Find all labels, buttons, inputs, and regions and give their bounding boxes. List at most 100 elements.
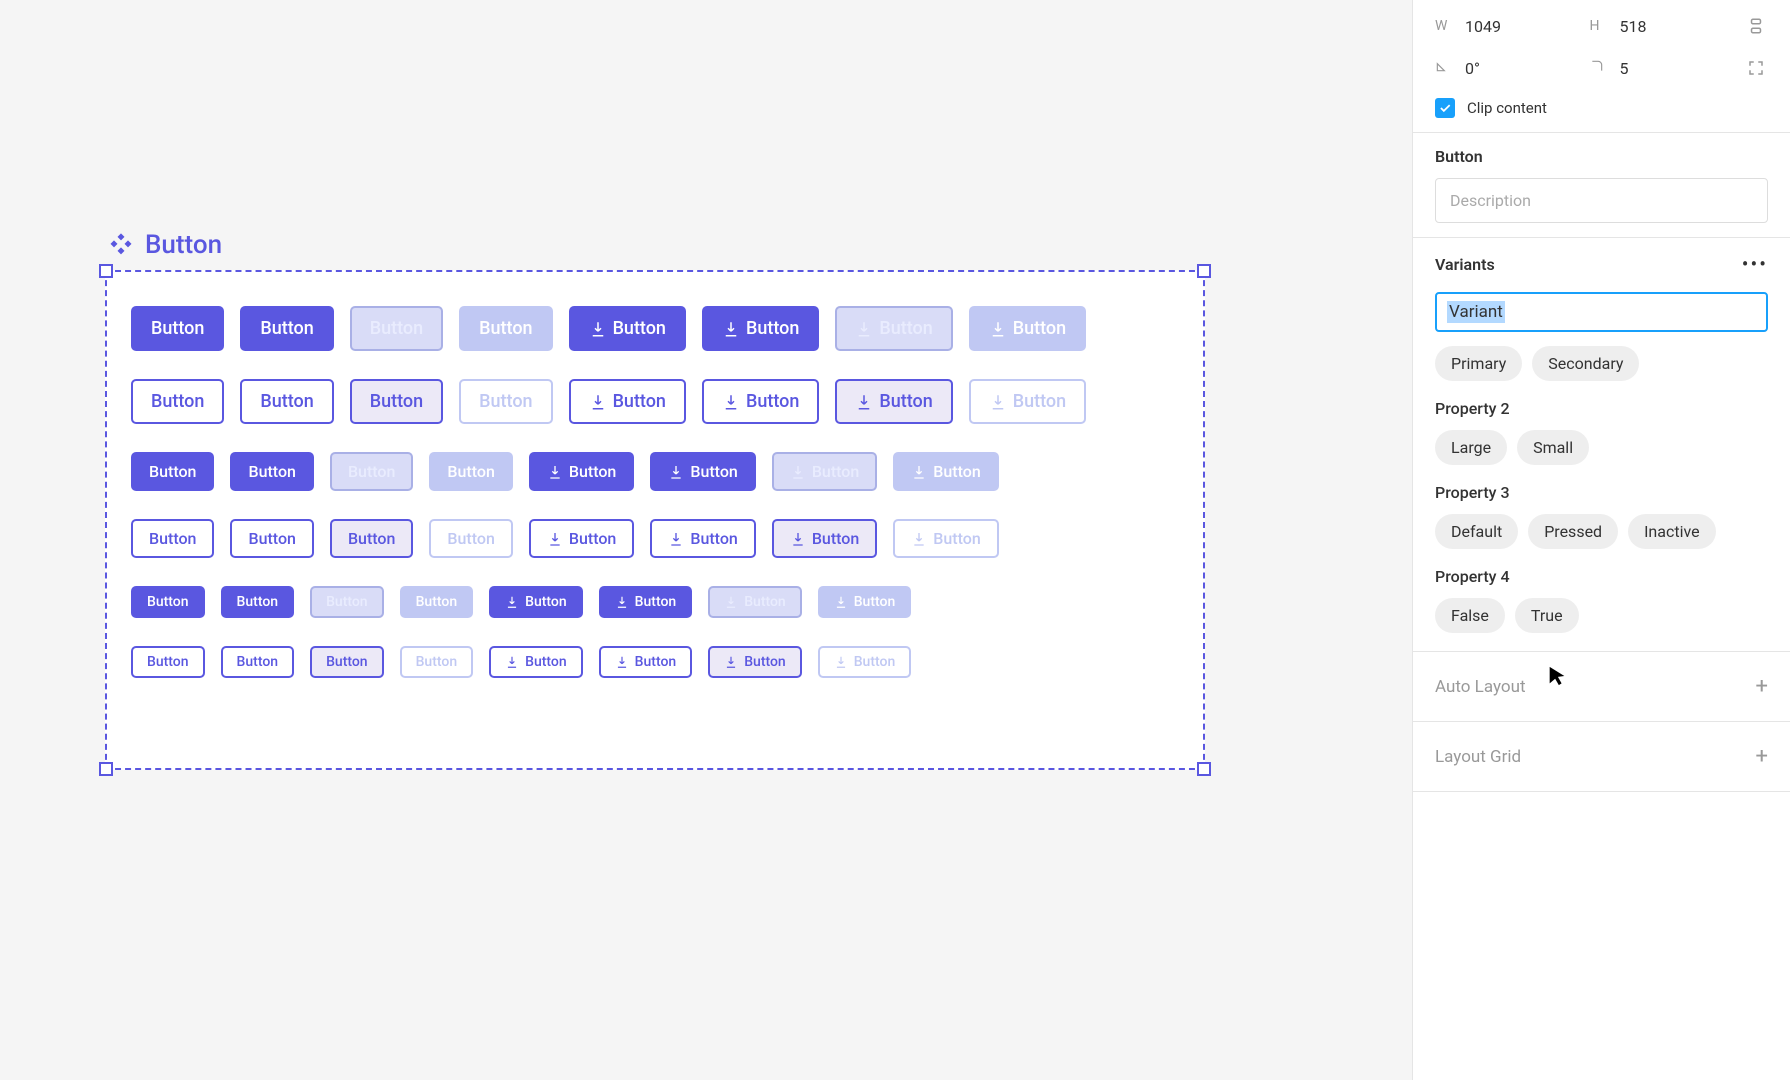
- width-field[interactable]: W1049: [1435, 17, 1578, 36]
- button-variant[interactable]: Button: [230, 519, 313, 558]
- more-icon[interactable]: •••: [1742, 252, 1768, 276]
- plus-icon[interactable]: +: [1756, 744, 1768, 769]
- button-variant[interactable]: Button: [599, 586, 693, 618]
- button-variant[interactable]: Button: [772, 452, 877, 491]
- variant-pill[interactable]: Inactive: [1628, 514, 1716, 549]
- button-variant[interactable]: Button: [459, 306, 552, 351]
- variant-row: Button Button Button Button Button Butto…: [131, 306, 1179, 351]
- button-variant[interactable]: Button: [330, 452, 413, 491]
- button-variant[interactable]: Button: [529, 452, 634, 491]
- variant-pill[interactable]: True: [1515, 598, 1579, 633]
- button-variant[interactable]: Button: [221, 586, 295, 618]
- button-variant[interactable]: Button: [702, 306, 819, 351]
- height-label: H: [1590, 18, 1608, 34]
- auto-layout-section[interactable]: Auto Layout +: [1413, 652, 1790, 722]
- button-label: Button: [933, 529, 980, 548]
- component-header: Button: [107, 230, 1412, 260]
- variant-pill[interactable]: Default: [1435, 514, 1518, 549]
- button-variant[interactable]: Button: [131, 519, 214, 558]
- variant-pill[interactable]: Pressed: [1528, 514, 1618, 549]
- button-variant[interactable]: Button: [429, 452, 512, 491]
- property3-label[interactable]: Property 3: [1435, 483, 1768, 502]
- component-name-display: Button: [1435, 147, 1768, 166]
- clip-content-row[interactable]: Clip content: [1435, 98, 1768, 118]
- button-variant[interactable]: Button: [131, 306, 224, 351]
- variant-name-input[interactable]: Variant: [1435, 292, 1768, 332]
- button-variant[interactable]: Button: [230, 452, 313, 491]
- button-label: Button: [370, 391, 423, 412]
- button-variant[interactable]: Button: [835, 379, 952, 424]
- auto-layout-label: Auto Layout: [1435, 677, 1526, 697]
- variant-frame[interactable]: Button Button Button Button Button Butto…: [105, 270, 1205, 770]
- button-label: Button: [326, 594, 368, 610]
- independent-corners-icon[interactable]: [1744, 56, 1768, 80]
- button-variant[interactable]: Button: [330, 519, 413, 558]
- button-variant[interactable]: Button: [489, 586, 583, 618]
- property3-values: Default Pressed Inactive: [1435, 514, 1768, 549]
- checkbox-checked-icon[interactable]: [1435, 98, 1455, 118]
- button-variant[interactable]: Button: [599, 646, 693, 678]
- button-variant[interactable]: Button: [893, 452, 998, 491]
- variant-pill[interactable]: Primary: [1435, 346, 1522, 381]
- button-variant[interactable]: Button: [400, 646, 474, 678]
- property2-label[interactable]: Property 2: [1435, 399, 1768, 418]
- selection-handle-bl[interactable]: [99, 762, 113, 776]
- button-variant[interactable]: Button: [650, 452, 755, 491]
- button-variant[interactable]: Button: [131, 379, 224, 424]
- button-variant[interactable]: Button: [529, 519, 634, 558]
- button-label: Button: [812, 462, 859, 481]
- selection-handle-br[interactable]: [1197, 762, 1211, 776]
- button-variant[interactable]: Button: [569, 379, 686, 424]
- button-variant[interactable]: Button: [835, 306, 952, 351]
- variant-pill[interactable]: Large: [1435, 430, 1507, 465]
- button-variant[interactable]: Button: [350, 306, 443, 351]
- selection-handle-tr[interactable]: [1197, 264, 1211, 278]
- button-variant[interactable]: Button: [350, 379, 443, 424]
- button-label: Button: [525, 594, 567, 610]
- button-variant[interactable]: Button: [131, 452, 214, 491]
- plus-icon[interactable]: +: [1756, 674, 1768, 699]
- description-input[interactable]: Description: [1435, 178, 1768, 223]
- button-variant[interactable]: Button: [702, 379, 819, 424]
- radius-field[interactable]: 5: [1590, 59, 1733, 78]
- button-variant[interactable]: Button: [708, 646, 802, 678]
- button-variant[interactable]: Button: [708, 586, 802, 618]
- button-variant[interactable]: Button: [893, 519, 998, 558]
- property4-label[interactable]: Property 4: [1435, 567, 1768, 586]
- canvas-area[interactable]: Button Button Button Button Button Butto…: [0, 0, 1412, 1080]
- button-variant[interactable]: Button: [240, 379, 333, 424]
- corner-icon: [1590, 59, 1608, 77]
- variant-pill[interactable]: Small: [1517, 430, 1589, 465]
- button-variant[interactable]: Button: [818, 586, 912, 618]
- button-variant[interactable]: Button: [818, 646, 912, 678]
- button-variant[interactable]: Button: [221, 646, 295, 678]
- button-variant[interactable]: Button: [969, 379, 1086, 424]
- button-variant[interactable]: Button: [429, 519, 512, 558]
- button-label: Button: [260, 318, 313, 339]
- download-icon: [722, 320, 740, 338]
- layout-grid-section[interactable]: Layout Grid +: [1413, 722, 1790, 792]
- download-icon: [855, 393, 873, 411]
- button-variant[interactable]: Button: [400, 586, 474, 618]
- button-variant[interactable]: Button: [131, 646, 205, 678]
- angle-icon: [1435, 59, 1453, 77]
- button-variant[interactable]: Button: [569, 306, 686, 351]
- button-variant[interactable]: Button: [310, 586, 384, 618]
- constrain-icon[interactable]: [1744, 14, 1768, 38]
- height-field[interactable]: H518: [1590, 17, 1733, 36]
- button-variant[interactable]: Button: [489, 646, 583, 678]
- rotation-field[interactable]: 0°: [1435, 59, 1578, 78]
- button-variant[interactable]: Button: [459, 379, 552, 424]
- download-icon: [505, 595, 519, 609]
- button-variant[interactable]: Button: [240, 306, 333, 351]
- component-title: Button: [145, 230, 222, 260]
- button-variant[interactable]: Button: [310, 646, 384, 678]
- variant-pill[interactable]: False: [1435, 598, 1505, 633]
- button-variant[interactable]: Button: [650, 519, 755, 558]
- variant-pill[interactable]: Secondary: [1532, 346, 1639, 381]
- button-variant[interactable]: Button: [131, 586, 205, 618]
- button-variant[interactable]: Button: [772, 519, 877, 558]
- selection-handle-tl[interactable]: [99, 264, 113, 278]
- button-variant[interactable]: Button: [969, 306, 1086, 351]
- button-label: Button: [416, 654, 458, 670]
